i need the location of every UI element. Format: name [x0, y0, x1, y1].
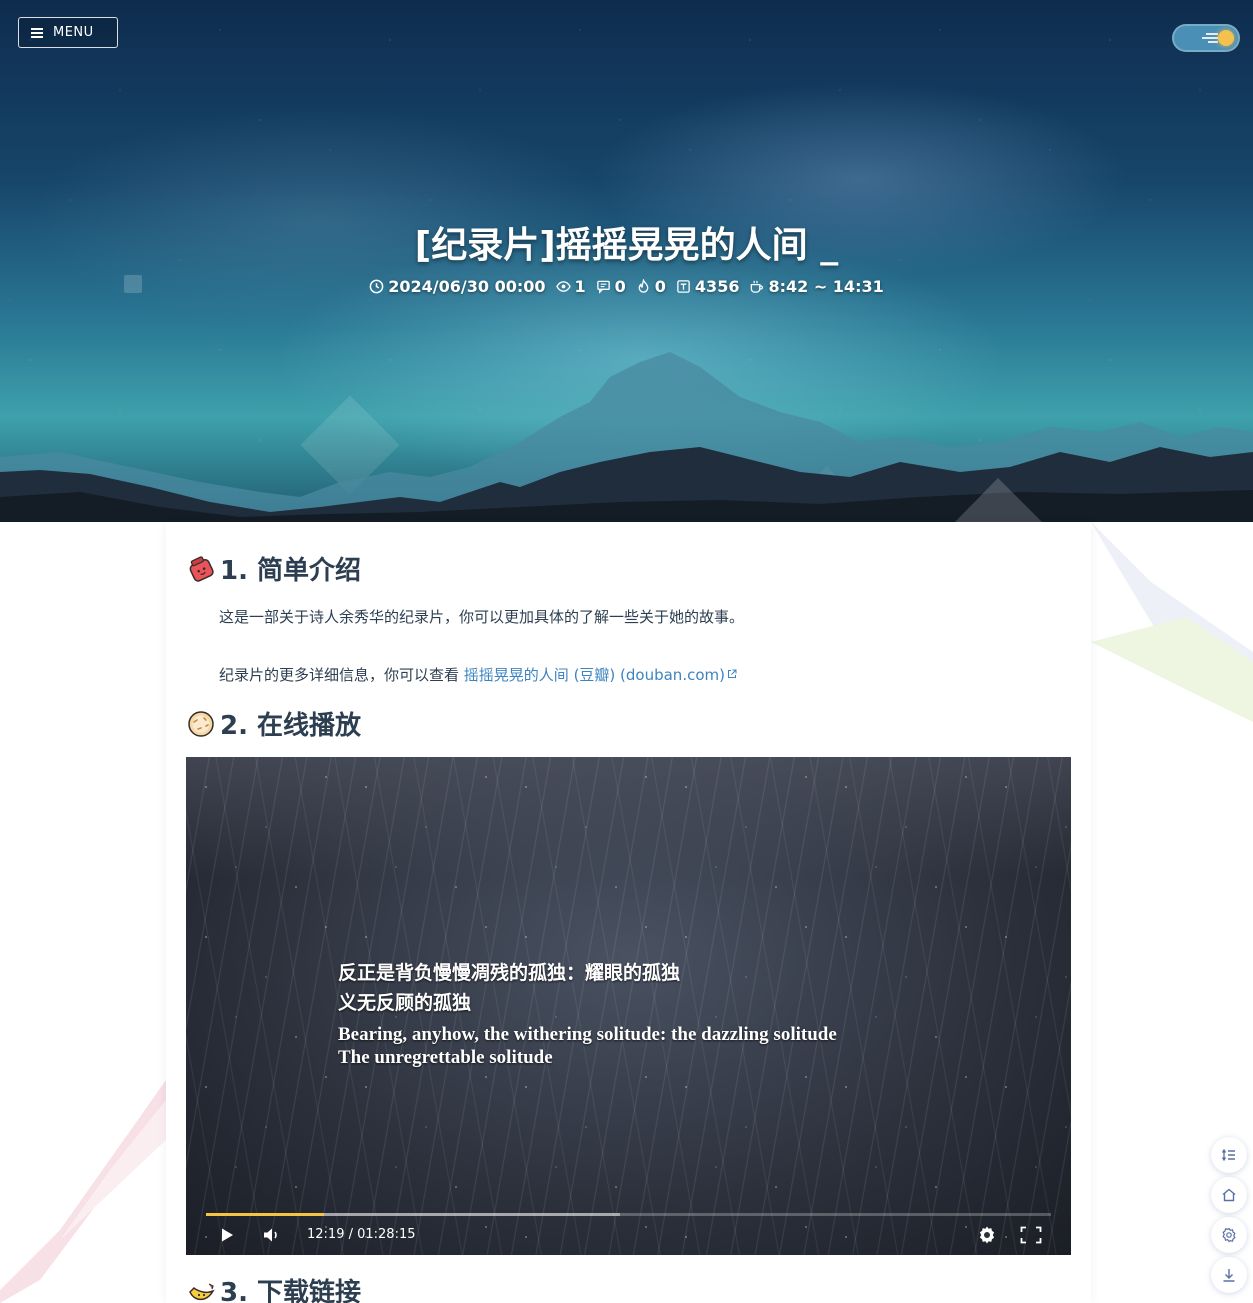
volume-button[interactable] — [260, 1224, 284, 1246]
background-decoration-right — [1091, 522, 1253, 722]
section-heading-intro: 1. 简单介绍 — [186, 550, 361, 587]
home-icon — [1222, 1188, 1236, 1202]
download-button[interactable] — [1211, 1257, 1247, 1293]
clock-icon — [369, 279, 384, 294]
meta-views: 1 — [555, 277, 586, 296]
play-icon — [222, 1228, 233, 1242]
settings-tool-button[interactable] — [1211, 1217, 1247, 1253]
article-card: 1. 简单介绍 这是一部关于诗人余秀华的纪录片，你可以更加具体的了解一些关于她的… — [166, 522, 1091, 1303]
gear-icon — [979, 1226, 995, 1244]
menu-button[interactable]: MENU — [18, 17, 118, 48]
meta-comments: 0 — [596, 277, 626, 296]
text-box-icon — [677, 280, 690, 293]
video-progress-bar[interactable] — [206, 1213, 1051, 1216]
post-meta: 2024/06/30 00:00 1 0 0 4356 8:42 ~ 14:31 — [0, 277, 1253, 296]
home-button[interactable] — [1211, 1177, 1247, 1213]
fullscreen-icon — [1020, 1226, 1042, 1244]
background-decoration-left — [0, 1080, 166, 1303]
fire-icon — [638, 279, 649, 293]
fullscreen-button[interactable] — [1019, 1224, 1043, 1246]
meta-reading-time: 8:42 ~ 14:31 — [749, 277, 884, 296]
settings-button[interactable] — [976, 1224, 998, 1246]
toc-button[interactable] — [1211, 1137, 1247, 1173]
hamburger-icon — [31, 27, 43, 38]
subtitle-cn-line1: 反正是背负慢慢凋残的孤独：耀眼的孤独 — [338, 962, 681, 984]
coffee-cup-icon — [751, 280, 764, 293]
subtitle-en-line2: The unregrettable solitude — [338, 1047, 553, 1068]
section-heading-download: 3. 下载链接 — [186, 1272, 361, 1303]
red-bag-emoji-icon — [189, 555, 214, 582]
hero-banner: MENU [纪录片]摇摇晃晃的人间 _ 2024/06/30 00:00 1 0… — [0, 0, 1253, 522]
menu-label: MENU — [53, 25, 94, 40]
download-icon — [1223, 1269, 1235, 1282]
play-button[interactable] — [216, 1224, 238, 1246]
meta-date: 2024/06/30 00:00 — [369, 277, 546, 296]
douban-link[interactable]: 摇摇晃晃的人间 (豆瓣) (douban.com) — [464, 666, 737, 684]
meta-likes: 0 — [636, 277, 666, 296]
post-title: [纪录片]摇摇晃晃的人间 _ — [414, 225, 839, 266]
external-link-icon — [727, 669, 737, 678]
snow-texture — [186, 757, 1071, 1255]
subtitle-en-line1: Bearing, anyhow, the withering solitude:… — [338, 1024, 837, 1045]
comment-icon — [596, 280, 610, 294]
cookie-emoji-icon — [188, 710, 214, 737]
sun-icon — [1218, 30, 1234, 46]
eye-icon — [555, 281, 571, 292]
video-player[interactable]: 反正是背负慢慢凋残的孤独：耀眼的孤独 义无反顾的孤独 Bearing, anyh… — [186, 757, 1071, 1255]
mountain-silhouette — [0, 352, 1253, 522]
video-time: 12:19 / 01:28:15 — [307, 1227, 416, 1242]
volume-icon — [264, 1228, 277, 1242]
detail-paragraph: 纪录片的更多详细信息，你可以查看 摇摇晃晃的人间 (豆瓣) (douban.co… — [219, 664, 737, 685]
toc-icon — [1221, 1148, 1235, 1162]
settings-icon — [1222, 1227, 1236, 1243]
section-heading-online: 2. 在线播放 — [186, 705, 361, 742]
played-bar — [206, 1213, 325, 1216]
subtitle-cn-line2: 义无反顾的孤独 — [338, 992, 472, 1014]
intro-paragraph: 这是一部关于诗人余秀华的纪录片，你可以更加具体的了解一些关于她的故事。 — [219, 608, 745, 626]
theme-toggle[interactable] — [1172, 24, 1240, 52]
wind-lines-icon — [1202, 33, 1218, 43]
banana-emoji-icon — [189, 1282, 215, 1300]
meta-word-count: 4356 — [676, 277, 739, 296]
